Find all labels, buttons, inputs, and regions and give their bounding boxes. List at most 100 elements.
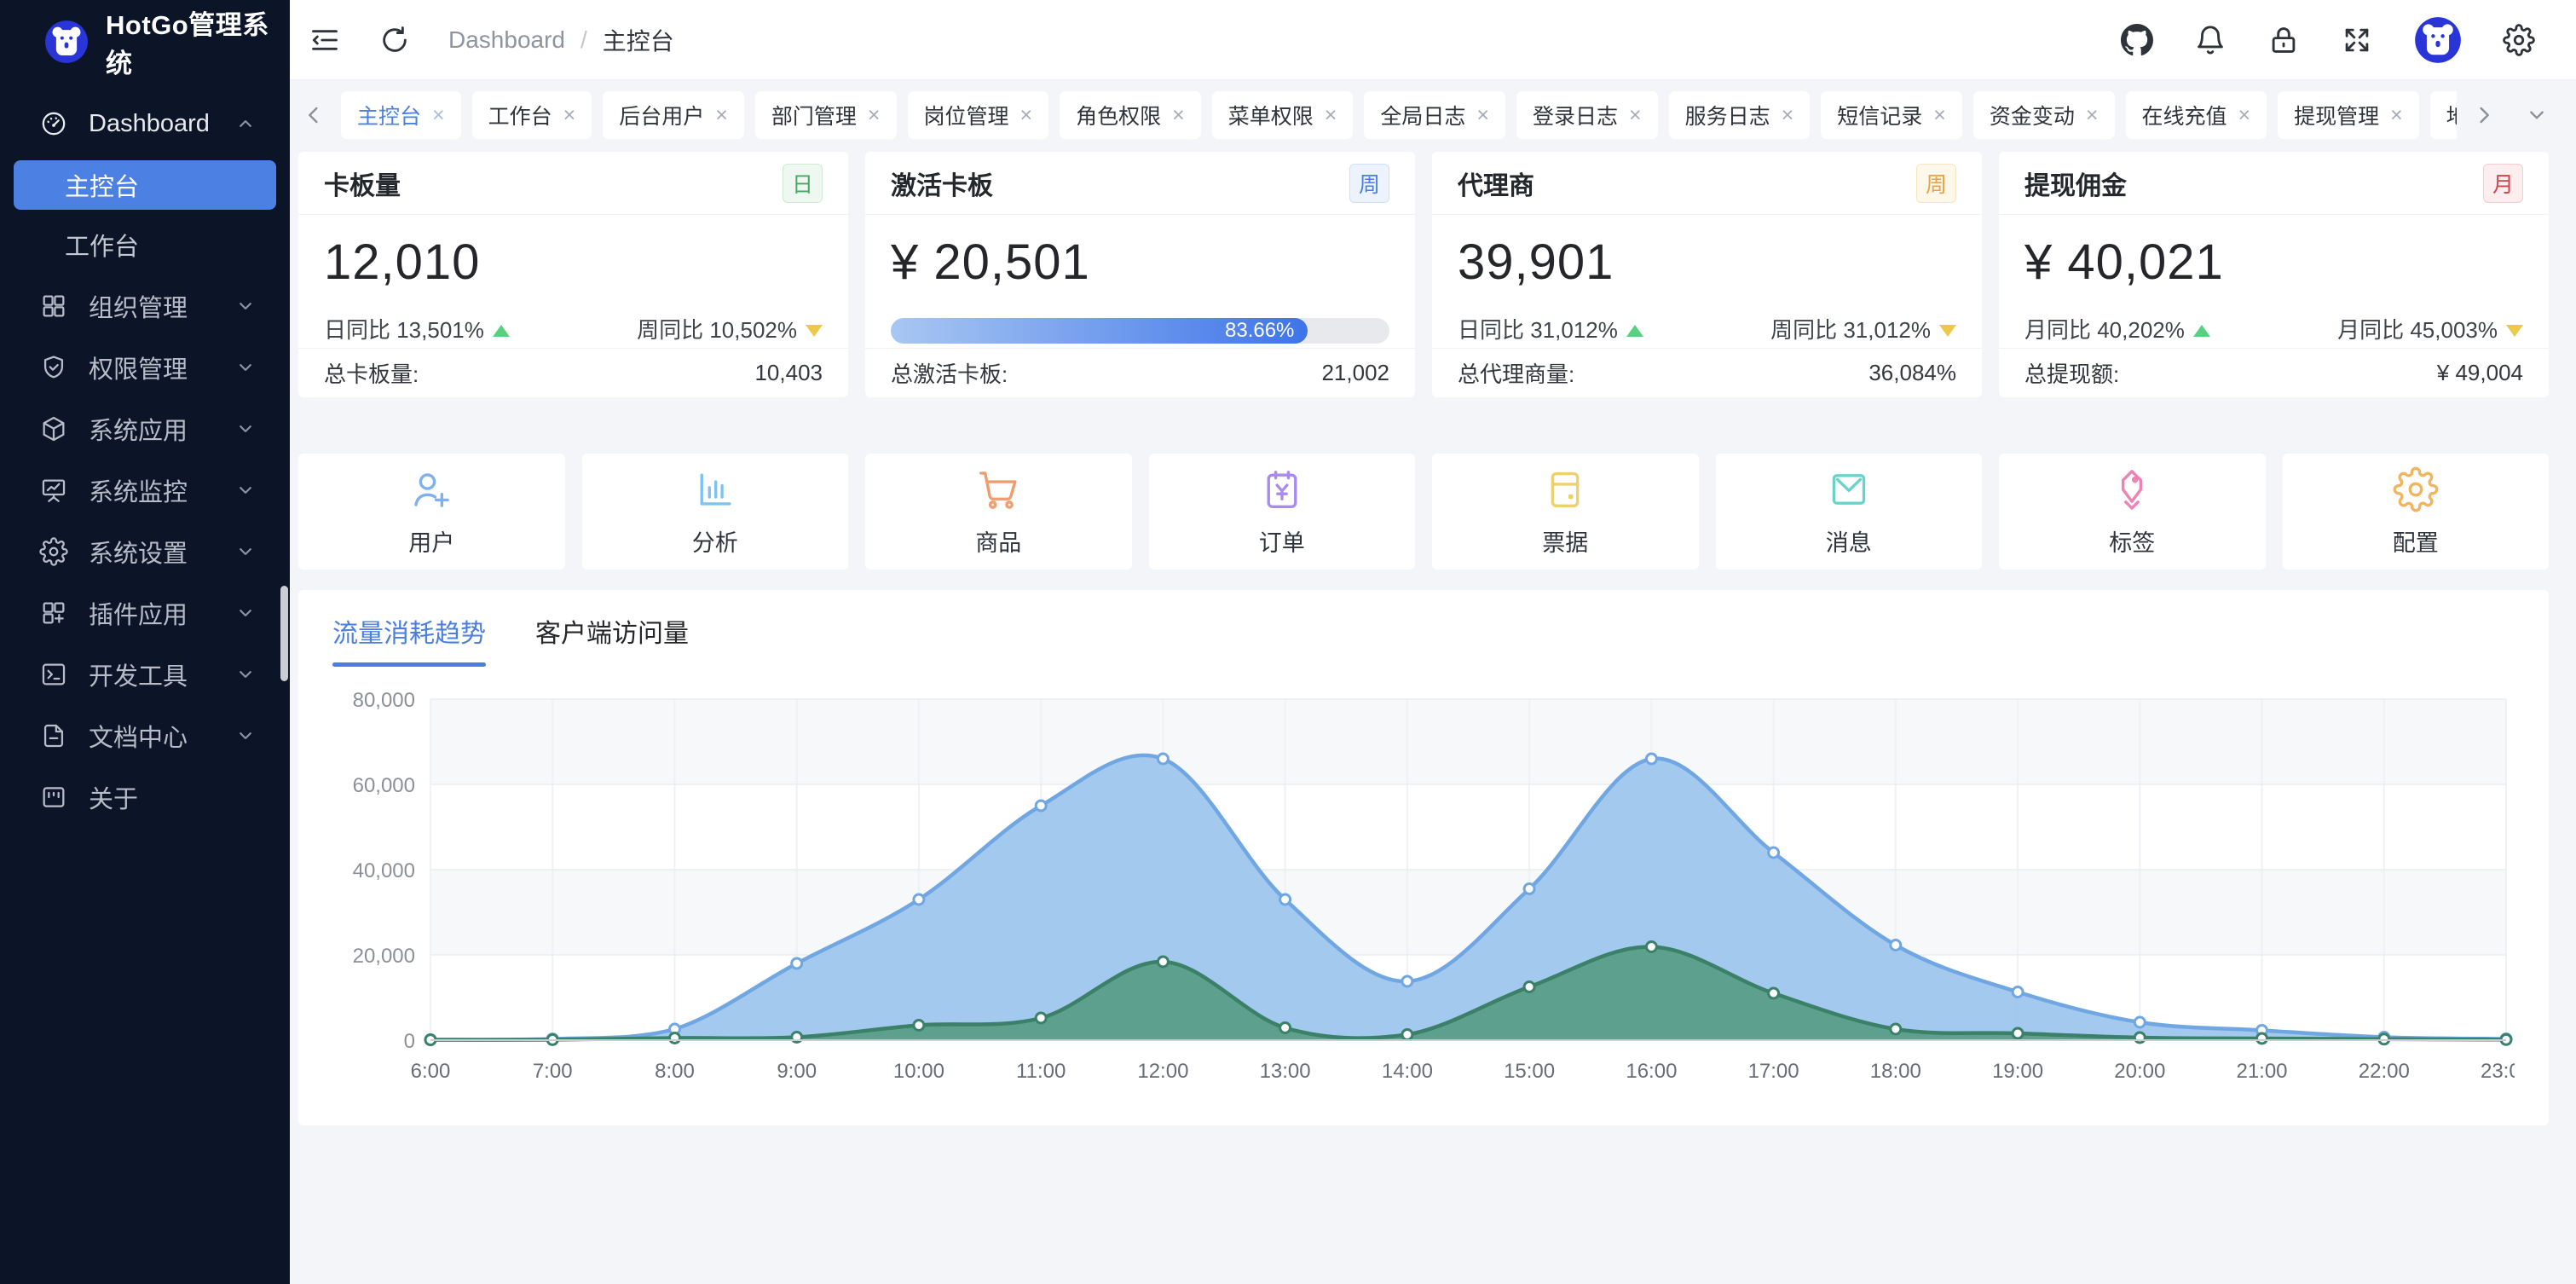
tab-close-icon[interactable]: × — [1325, 105, 1337, 126]
x-axis-label: 21:00 — [2236, 1060, 2287, 1083]
sidebar-item-label: 关于 — [89, 779, 257, 815]
sidebar-item-dashboard[interactable]: Dashboard — [14, 99, 276, 148]
sidebar-subitem-workbench[interactable]: 工作台 — [14, 220, 276, 269]
shortcut-label: 配置 — [2393, 524, 2439, 558]
x-axis-label: 22:00 — [2359, 1060, 2410, 1083]
tab-chip-4[interactable]: 岗位管理 × — [908, 91, 1049, 139]
tab-close-icon[interactable]: × — [1172, 105, 1185, 126]
x-axis-label: 19:00 — [1992, 1060, 2043, 1083]
menu-fold-icon — [309, 24, 341, 56]
tabs-scroll-left-button[interactable] — [300, 101, 327, 129]
tab-chip-9[interactable]: 服务日志 × — [1669, 91, 1811, 139]
settings-icon — [39, 537, 68, 566]
tab-close-icon[interactable]: × — [1782, 105, 1794, 126]
tab-chip-5[interactable]: 角色权限 × — [1060, 91, 1201, 139]
shortcut-analysis[interactable]: 分析 — [582, 454, 849, 570]
shortcut-message[interactable]: 消息 — [1716, 454, 1983, 570]
terminal-icon — [39, 660, 68, 689]
app-logo[interactable]: HotGo管理系统 — [0, 0, 290, 78]
x-axis-label: 10:00 — [893, 1060, 944, 1083]
chevron-up-icon — [234, 112, 257, 136]
chart-tab-traffic[interactable]: 流量消耗趋势 — [332, 612, 486, 667]
tab-close-icon[interactable]: × — [1476, 105, 1489, 126]
tab-chip-3[interactable]: 部门管理 × — [755, 91, 897, 139]
tabs-strip: 主控台 × 工作台 × 后台用户 × 部门管理 × 岗位管理 × 角色权限 × … — [341, 91, 2457, 139]
menu-fold-button[interactable] — [309, 24, 341, 56]
tab-chip-8[interactable]: 登录日志 × — [1516, 91, 1658, 139]
bell-button[interactable] — [2194, 24, 2227, 56]
sidebar-item-plugin[interactable]: 插件应用 — [14, 588, 276, 638]
x-axis-label: 20:00 — [2114, 1060, 2165, 1083]
tab-chip-11[interactable]: 资金变动 × — [1973, 91, 2115, 139]
sidebar-item-perm[interactable]: 权限管理 — [14, 343, 276, 392]
tab-close-icon[interactable]: × — [1933, 105, 1946, 126]
tab-chip-13[interactable]: 提现管理 × — [2278, 91, 2419, 139]
shortcut-order[interactable]: 订单 — [1149, 454, 1416, 570]
fullscreen-button[interactable] — [2341, 24, 2373, 56]
sidebar-subitem-console[interactable]: 主控台 — [14, 160, 276, 210]
tab-chip-10[interactable]: 短信记录 × — [1821, 91, 1962, 139]
top-header: Dashboard / 主控台 — [290, 0, 2576, 80]
tab-chip-6[interactable]: 菜单权限 × — [1212, 91, 1354, 139]
period-badge[interactable]: 月 — [2483, 164, 2523, 203]
stat-card-title: 卡板量 — [324, 165, 401, 202]
tab-close-icon[interactable]: × — [2390, 105, 2403, 126]
tab-label: 提现管理 — [2294, 100, 2379, 130]
tab-close-icon[interactable]: × — [432, 105, 445, 126]
tab-close-icon[interactable]: × — [1629, 105, 1642, 126]
chart-tabs: 流量消耗趋势 客户端访问量 — [332, 612, 2515, 667]
stat-card-footer: 总卡板量: 10,403 — [298, 348, 848, 397]
tab-chip-12[interactable]: 在线充值 × — [2126, 91, 2267, 139]
shortcut-config[interactable]: 配置 — [2283, 454, 2550, 570]
order-icon — [1259, 466, 1305, 512]
lock-button[interactable] — [2267, 24, 2300, 56]
tab-close-icon[interactable]: × — [868, 105, 881, 126]
tab-chip-1[interactable]: 工作台 × — [472, 91, 592, 139]
chart-tab-client-visits[interactable]: 客户端访问量 — [535, 612, 689, 667]
trend-up-icon — [493, 325, 510, 337]
period-badge[interactable]: 周 — [1349, 164, 1389, 203]
stat-card-value: 39,901 — [1458, 234, 1956, 291]
shortcut-user[interactable]: 用户 — [298, 454, 565, 570]
breadcrumb-root[interactable]: Dashboard — [448, 26, 565, 54]
sidebar-item-sysapp[interactable]: 系统应用 — [14, 404, 276, 454]
tabs-scroll-right-button[interactable] — [2470, 101, 2498, 129]
stat-card-body: ¥ 40,021 月同比 40,202% 月同比 45,003% — [1999, 215, 2549, 348]
refresh-button[interactable] — [378, 24, 411, 56]
github-button[interactable] — [2121, 24, 2153, 56]
sidebar-item-sysset[interactable]: 系统设置 — [14, 527, 276, 576]
tabs-dropdown-button[interactable] — [2523, 101, 2550, 129]
stat-card-footer: 总提现额: ¥ 49,004 — [1999, 348, 2549, 397]
tab-close-icon[interactable]: × — [715, 105, 728, 126]
tab-chip-2[interactable]: 后台用户 × — [603, 91, 744, 139]
sidebar-item-org[interactable]: 组织管理 — [14, 281, 276, 331]
shortcut-tag[interactable]: 标签 — [1999, 454, 2266, 570]
tab-close-icon[interactable]: × — [2238, 105, 2251, 126]
sidebar-item-docs[interactable]: 文档中心 — [14, 711, 276, 761]
period-badge[interactable]: 周 — [1916, 164, 1956, 203]
y-axis-label: 40,000 — [353, 859, 415, 882]
shortcut-goods[interactable]: 商品 — [865, 454, 1132, 570]
sidebar: HotGo管理系统 Dashboard 主控台工作台 组织管理 权限管理 系统应… — [0, 0, 290, 1284]
sidebar-item-devtool[interactable]: 开发工具 — [14, 650, 276, 699]
sidebar-scrollbar[interactable] — [280, 586, 288, 681]
stat-footer-value: 36,084% — [1868, 360, 1956, 386]
avatar[interactable] — [2414, 16, 2462, 64]
tab-chip-14[interactable]: 地区编码 × — [2430, 91, 2457, 139]
shortcut-invoice[interactable]: 票据 — [1432, 454, 1699, 570]
tab-chip-0[interactable]: 主控台 × — [341, 91, 461, 139]
sidebar-item-about[interactable]: 关于 — [14, 772, 276, 822]
stat-card-activated: 激活卡板 周 ¥ 20,501 83.66% 总激活卡板: 21,002 — [865, 152, 1415, 397]
period-badge[interactable]: 日 — [783, 164, 823, 203]
chevron-down-icon — [234, 540, 257, 564]
breadcrumb: Dashboard / 主控台 — [448, 23, 674, 57]
tab-close-icon[interactable]: × — [1020, 105, 1033, 126]
shortcut-label: 标签 — [2109, 524, 2155, 558]
stat-card-value: ¥ 20,501 — [891, 234, 1389, 291]
stat-card-value: 12,010 — [324, 234, 823, 291]
sidebar-item-sysmon[interactable]: 系统监控 — [14, 466, 276, 515]
tab-close-icon[interactable]: × — [2086, 105, 2099, 126]
tab-chip-7[interactable]: 全局日志 × — [1364, 91, 1505, 139]
settings-button[interactable] — [2503, 24, 2535, 56]
tab-close-icon[interactable]: × — [563, 105, 576, 126]
